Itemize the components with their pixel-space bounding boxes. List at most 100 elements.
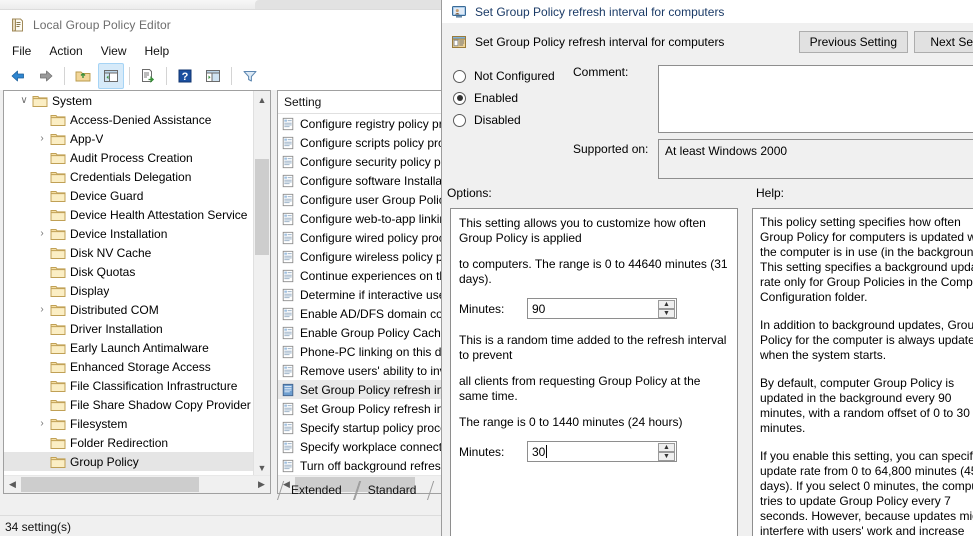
tree-item[interactable]: › App-V	[4, 129, 254, 148]
tree-expander-icon[interactable]: ›	[34, 133, 50, 144]
folder-icon	[50, 265, 66, 279]
export-list-button[interactable]	[135, 63, 161, 89]
dialog-header: Set Group Policy refresh interval for co…	[442, 24, 973, 59]
up-one-level-button[interactable]	[70, 63, 96, 89]
policy-setting-icon	[281, 174, 295, 188]
tree-item-label: Display	[70, 283, 110, 298]
tree-item[interactable]: Enhanced Storage Access	[4, 357, 254, 376]
tree-item[interactable]: Disk NV Cache	[4, 243, 254, 262]
spinner-buttons[interactable]: ▲ ▼	[658, 443, 675, 461]
console-tree-pane[interactable]: ∨ System Access-Denied Assistance › App-V Aud…	[3, 90, 271, 494]
properties-button[interactable]	[200, 63, 226, 89]
radio-indicator[interactable]	[453, 113, 466, 127]
tree-item[interactable]: Access-Denied Assistance	[4, 110, 254, 129]
scroll-up-icon[interactable]: ▲	[254, 91, 270, 108]
radio-label: Not Configured	[474, 69, 555, 83]
folder-icon	[50, 379, 66, 393]
help-label: Help:	[756, 186, 785, 200]
tree-item-label: Device Health Attestation Service	[70, 207, 248, 222]
tree-expander-icon[interactable]: ∨	[16, 95, 32, 106]
radio-indicator[interactable]	[453, 69, 466, 83]
help-button[interactable]: ?	[172, 63, 198, 89]
tree-item[interactable]: Display	[4, 281, 254, 300]
spinner-up-icon[interactable]: ▲	[658, 300, 675, 309]
minutes-spinner-1[interactable]: 90 ▲ ▼	[527, 298, 677, 319]
menu-action[interactable]: Action	[40, 42, 91, 60]
policy-setting-icon	[281, 117, 295, 131]
tree-expander-icon[interactable]: ›	[34, 418, 50, 429]
tree-item[interactable]: File Share Shadow Copy Provider	[4, 395, 254, 414]
tree-item[interactable]: Disk Quotas	[4, 262, 254, 281]
tree-item-label: Early Launch Antimalware	[70, 340, 209, 355]
tree-item[interactable]: Device Health Attestation Service	[4, 205, 254, 224]
radio-indicator[interactable]	[453, 91, 466, 105]
tree-scroll-thumb[interactable]	[255, 159, 269, 255]
column-header-setting[interactable]: Setting	[278, 95, 321, 109]
tree-expander-icon[interactable]: ›	[34, 228, 50, 239]
minutes-label: Minutes:	[459, 444, 505, 459]
dialog-header-title: Set Group Policy refresh interval for co…	[475, 34, 725, 49]
tab-extended[interactable]: Extended	[277, 481, 360, 500]
menu-help[interactable]: Help	[136, 42, 179, 60]
policy-setting-icon	[281, 326, 295, 340]
minutes-value[interactable]: 30	[528, 445, 545, 459]
policy-setting-icon	[281, 402, 295, 416]
folder-icon	[50, 284, 66, 298]
policy-setting-icon	[281, 383, 295, 397]
comment-textarea[interactable]	[658, 65, 973, 133]
tree-item[interactable]: › Distributed COM	[4, 300, 254, 319]
minutes-value[interactable]: 90	[528, 302, 545, 316]
tree-item-label: Enhanced Storage Access	[70, 359, 211, 374]
spinner-buttons[interactable]: ▲ ▼	[658, 300, 675, 318]
tree-item[interactable]: › Filesystem	[4, 414, 254, 433]
tree-item[interactable]: Folder Redirection	[4, 433, 254, 452]
filter-button[interactable]	[237, 63, 263, 89]
console-tree: ∨ System Access-Denied Assistance › App-V Aud…	[4, 91, 254, 478]
help-pane[interactable]: This policy setting specifies how often …	[752, 208, 973, 536]
minutes-row-2: Minutes: 30 ▲ ▼	[459, 441, 729, 462]
tree-item[interactable]: Device Guard	[4, 186, 254, 205]
tree-item[interactable]: ∨ System	[4, 91, 254, 110]
tree-item-label: Distributed COM	[70, 302, 159, 317]
forward-button[interactable]	[33, 63, 59, 89]
folder-icon	[50, 436, 66, 450]
minutes-row-1: Minutes: 90 ▲ ▼	[459, 298, 729, 319]
tree-horizontal-scrollbar[interactable]: ◀ ▶	[4, 475, 270, 493]
minutes-spinner-2[interactable]: 30 ▲ ▼	[527, 441, 677, 462]
pane-labels: Options: Help:	[442, 184, 973, 208]
menu-file[interactable]: File	[3, 42, 40, 60]
tree-expander-icon[interactable]: ›	[34, 304, 50, 315]
spinner-down-icon[interactable]: ▼	[658, 309, 675, 318]
folder-icon	[50, 170, 66, 184]
next-setting-button[interactable]: Next Setting	[914, 31, 973, 53]
tree-item-label: Access-Denied Assistance	[70, 112, 212, 127]
show-hide-console-tree-button[interactable]	[98, 63, 124, 89]
tree-item[interactable]: › Device Installation	[4, 224, 254, 243]
tree-item[interactable]: Driver Installation	[4, 319, 254, 338]
window-title: Local Group Policy Editor	[33, 18, 171, 32]
tree-item[interactable]: File Classification Infrastructure	[4, 376, 254, 395]
spinner-down-icon[interactable]: ▼	[658, 452, 675, 461]
options-pane[interactable]: This setting allows you to customize how…	[450, 208, 738, 536]
policy-setting-icon	[281, 459, 295, 473]
scroll-down-icon[interactable]: ▼	[254, 459, 270, 476]
menu-view[interactable]: View	[92, 42, 136, 60]
tree-item[interactable]: Audit Process Creation	[4, 148, 254, 167]
options-paragraph: The range is 0 to 1440 minutes (24 hours…	[459, 415, 683, 429]
tree-vertical-scrollbar[interactable]: ▲ ▼	[253, 91, 270, 476]
tree-hscroll-thumb[interactable]	[21, 477, 199, 492]
scroll-left-icon[interactable]: ◀	[4, 476, 21, 493]
tree-item[interactable]: Early Launch Antimalware	[4, 338, 254, 357]
policy-setting-icon	[281, 345, 295, 359]
spinner-up-icon[interactable]: ▲	[658, 443, 675, 452]
text-caret	[546, 445, 548, 458]
tree-item[interactable]: Credentials Delegation	[4, 167, 254, 186]
tab-standard[interactable]: Standard	[353, 481, 435, 500]
folder-icon	[50, 341, 66, 355]
previous-setting-button[interactable]: Previous Setting	[798, 31, 908, 53]
tree-item[interactable]: Group Policy	[4, 452, 254, 471]
options-label: Options:	[447, 186, 492, 200]
folder-icon	[50, 113, 66, 127]
scroll-right-icon[interactable]: ▶	[253, 476, 270, 493]
back-button[interactable]	[5, 63, 31, 89]
